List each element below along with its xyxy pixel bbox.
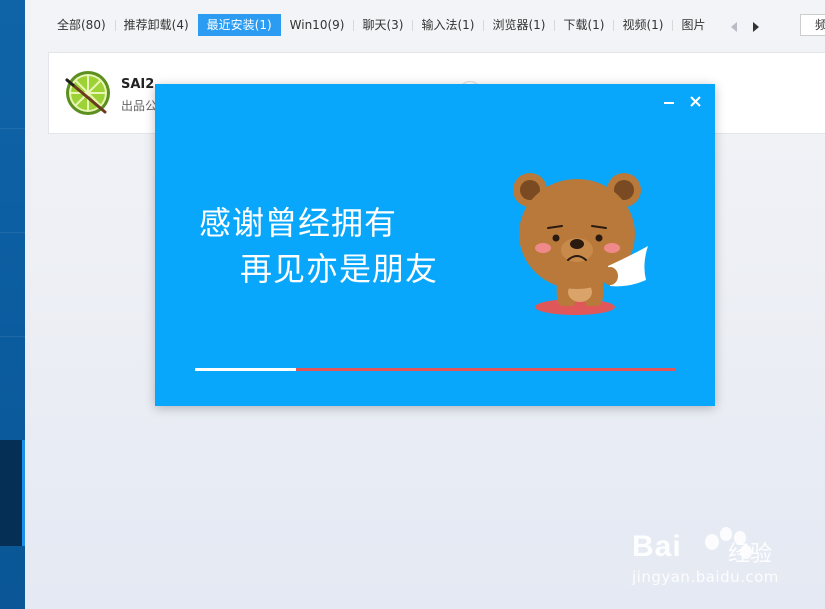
category-tab-bar: 全部(80) 推荐卸载(4) 最近安装(1) Win10(9) 聊天(3) 输入… [48, 14, 788, 36]
uninstall-dialog: 感谢曾经拥有 再见亦是朋友 [155, 84, 715, 406]
scroll-left-button[interactable] [729, 16, 739, 34]
app-name: SAI2 [121, 77, 155, 92]
left-nav-rail [0, 0, 25, 609]
tab-browser[interactable]: 浏览器(1) [483, 14, 554, 36]
sad-bear-icon [513, 173, 648, 315]
tab-win10[interactable]: Win10(9) [281, 14, 354, 36]
scroll-right-button[interactable] [751, 16, 761, 34]
rail-divider [0, 232, 25, 233]
tab-recommended-uninstall[interactable]: 推荐卸载(4) [114, 14, 198, 36]
close-icon [690, 96, 701, 107]
tab-recently-installed[interactable]: 最近安装(1) [197, 14, 281, 36]
watermark-url: jingyan.baidu.com [632, 568, 779, 586]
corner-button[interactable]: 频 [800, 14, 825, 36]
minimize-button[interactable] [661, 94, 677, 110]
rail-divider [0, 128, 25, 129]
app-publisher: 出品公 [121, 99, 157, 113]
tab-scroll-arrows [729, 16, 761, 34]
rail-active-item[interactable] [0, 440, 25, 546]
tab-download[interactable]: 下载(1) [554, 14, 613, 36]
rail-divider [0, 336, 25, 337]
progress-bar [195, 368, 675, 371]
farewell-line-2: 再见亦是朋友 [240, 250, 439, 288]
close-button[interactable] [688, 94, 704, 110]
tab-all[interactable]: 全部(80) [48, 14, 115, 36]
progress-fill [195, 368, 296, 371]
tab-input-method[interactable]: 输入法(1) [412, 14, 483, 36]
tab-video[interactable]: 视频(1) [613, 14, 672, 36]
chevron-right-icon [753, 22, 759, 32]
chevron-left-icon [731, 22, 737, 32]
farewell-line-1: 感谢曾经拥有 [199, 204, 398, 242]
watermark-brand-cn: 经验 [728, 542, 773, 567]
tab-chat[interactable]: 聊天(3) [353, 14, 412, 36]
watermark-brand: Bai [632, 530, 682, 563]
tab-image[interactable]: 图片 [672, 14, 708, 36]
sai2-app-icon [65, 71, 110, 115]
